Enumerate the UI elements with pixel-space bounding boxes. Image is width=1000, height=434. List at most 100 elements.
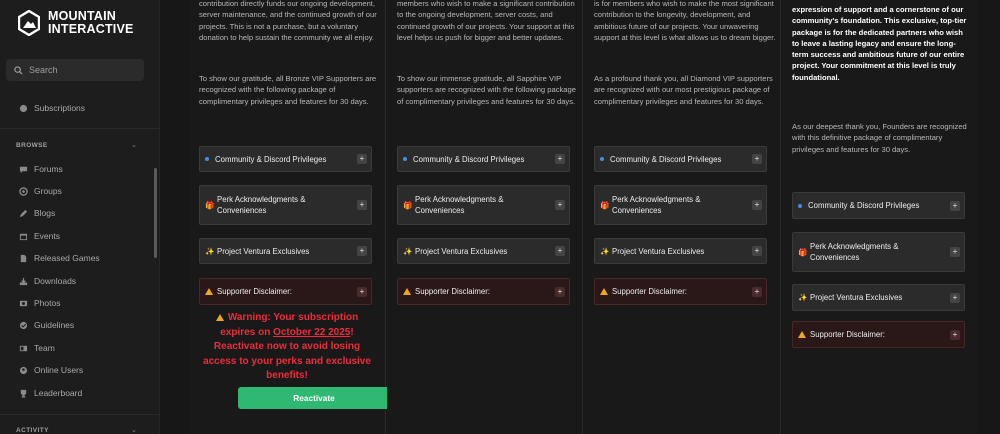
reactivate-button[interactable]: Reactivate (238, 387, 390, 409)
sparkles-icon: ✨ (403, 246, 413, 256)
bullet-icon (403, 157, 407, 161)
search-placeholder: Search (29, 65, 58, 75)
sidebar-item-photos[interactable]: Photos (18, 298, 60, 308)
sparkles-icon: ✨ (798, 293, 808, 302)
plus-icon[interactable]: + (752, 200, 762, 210)
tier-intro: expression of support and a cornerstone … (792, 5, 967, 82)
sparkles-icon: ✨ (205, 246, 215, 256)
accordion-community[interactable]: Community & Discord Privileges + (594, 146, 767, 172)
plus-icon[interactable]: + (950, 247, 960, 257)
tier-gratitude: As our deepest thank you, Founders are r… (792, 122, 967, 154)
accordion-disclaimer[interactable]: Supporter Disclaimer: + (397, 278, 570, 305)
accordion-disclaimer[interactable]: Supporter Disclaimer: + (594, 278, 767, 305)
bullet-icon (205, 157, 209, 161)
brand-line2: INTERACTIVE (48, 22, 134, 36)
gift-icon: 🎁 (798, 247, 808, 257)
accordion-ventura[interactable]: ✨ Project Ventura Exclusives + (594, 238, 767, 264)
warning-icon (205, 288, 213, 295)
chat-bubble-icon (18, 164, 28, 174)
sidebar-scrollbar[interactable] (154, 168, 157, 258)
plus-icon[interactable]: + (555, 286, 565, 297)
sidebar-item-groups[interactable]: Groups (18, 186, 62, 196)
plus-icon[interactable]: + (555, 200, 565, 210)
brand-logo[interactable]: MOUNTAIN INTERACTIVE (18, 10, 134, 36)
groups-icon (18, 186, 28, 196)
tier-card-bronze: contribution directly funds our ongoing … (189, 0, 390, 434)
sidebar-item-subscriptions[interactable]: Subscriptions (18, 103, 85, 113)
sidebar-item-blogs[interactable]: Blogs (18, 208, 55, 218)
accordion-perk[interactable]: 🎁 Perk Acknowledgments & Conveniences + (199, 185, 372, 225)
photo-icon (18, 298, 28, 308)
accordion-perk[interactable]: 🎁 Perk Acknowledgments & Conveniences + (397, 185, 570, 225)
plus-icon[interactable]: + (752, 286, 762, 297)
sidebar-item-downloads[interactable]: Downloads (18, 276, 76, 286)
accordion-ventura[interactable]: ✨ Project Ventura Exclusives + (397, 238, 570, 264)
user-circle-icon (18, 365, 28, 375)
accordion-community[interactable]: Community & Discord Privileges + (397, 146, 570, 172)
accordion-ventura[interactable]: ✨ Project Ventura Exclusives + (199, 238, 372, 264)
accordion-community[interactable]: Community & Discord Privileges + (199, 146, 372, 172)
accordion-disclaimer[interactable]: Supporter Disclaimer: + (792, 321, 965, 348)
sidebar: MOUNTAIN INTERACTIVE Search Subscription… (0, 0, 160, 434)
mountain-logo-icon (18, 10, 40, 36)
plus-icon[interactable]: + (357, 286, 367, 297)
calendar-icon (18, 231, 28, 241)
sidebar-divider (0, 414, 159, 415)
id-card-icon (18, 343, 28, 353)
sidebar-divider (0, 128, 159, 129)
tier-gratitude: To show our gratitude, all Bronze VIP Su… (199, 74, 377, 106)
chevron-down-icon[interactable]: ⌄ (131, 426, 137, 434)
tier-gratitude: As a profound thank you, all Diamond VIP… (594, 74, 773, 106)
file-icon (18, 253, 28, 263)
tier-card-diamond: is for members who wish to make the most… (584, 0, 781, 434)
plus-icon[interactable]: + (555, 154, 565, 164)
sidebar-item-released-games[interactable]: Released Games (18, 253, 100, 263)
tier-card-sapphire: members who wish to make a significant c… (387, 0, 583, 434)
tier-gratitude: To show our immense gratitude, all Sapph… (397, 74, 576, 106)
sidebar-item-leaderboard[interactable]: Leaderboard (18, 388, 82, 398)
plus-icon[interactable]: + (357, 246, 367, 256)
gift-icon: 🎁 (403, 200, 413, 210)
accordion-perk[interactable]: 🎁 Perk Acknowledgments & Conveniences + (792, 232, 965, 272)
main-content: contribution directly funds our ongoing … (161, 0, 1000, 434)
tier-card-founder: expression of support and a cornerstone … (782, 0, 978, 434)
gift-icon: 🎁 (205, 200, 215, 210)
search-icon (14, 65, 23, 75)
accordion-disclaimer[interactable]: Supporter Disclaimer: + (199, 278, 372, 305)
shield-icon (18, 320, 28, 330)
search-input[interactable]: Search (6, 59, 144, 81)
sparkles-icon: ✨ (600, 246, 610, 256)
plus-icon[interactable]: + (357, 154, 367, 164)
accordion-perk[interactable]: 🎁 Perk Acknowledgments & Conveniences + (594, 185, 767, 225)
plus-icon[interactable]: + (357, 200, 367, 210)
chevron-down-icon[interactable]: ⌄ (131, 141, 137, 149)
expiry-date: October 22 2025 (273, 326, 351, 338)
warning-icon (600, 288, 608, 295)
sidebar-item-team[interactable]: Team (18, 343, 55, 353)
gift-icon: 🎁 (600, 200, 610, 210)
sidebar-item-forums[interactable]: Forums (18, 164, 63, 174)
plus-icon[interactable]: + (950, 292, 960, 303)
plus-icon[interactable]: + (950, 329, 960, 340)
trophy-icon (18, 388, 28, 398)
warning-icon (403, 288, 411, 295)
tier-intro: members who wish to make a significant c… (397, 0, 575, 42)
bullet-icon (600, 157, 604, 161)
sidebar-item-events[interactable]: Events (18, 231, 60, 241)
activity-section-label: ACTIVITY (16, 427, 49, 434)
accordion-community[interactable]: Community & Discord Privileges + (792, 192, 965, 219)
plus-icon[interactable]: + (752, 154, 762, 164)
accordion-ventura[interactable]: ✨ Project Ventura Exclusives + (792, 284, 965, 311)
plus-icon[interactable]: + (752, 246, 762, 256)
pencil-icon (18, 208, 28, 218)
sidebar-item-guidelines[interactable]: Guidelines (18, 320, 74, 330)
download-icon (18, 276, 28, 286)
plus-icon[interactable]: + (950, 200, 960, 211)
tier-intro: is for members who wish to make the most… (594, 0, 776, 42)
warning-icon (215, 314, 224, 321)
tier-intro: contribution directly funds our ongoing … (199, 0, 377, 42)
subscription-warning: Warning: Your subscription expires on Oc… (203, 312, 371, 382)
warning-icon (798, 331, 806, 338)
sidebar-item-online-users[interactable]: Online Users (18, 365, 83, 375)
plus-icon[interactable]: + (555, 246, 565, 256)
